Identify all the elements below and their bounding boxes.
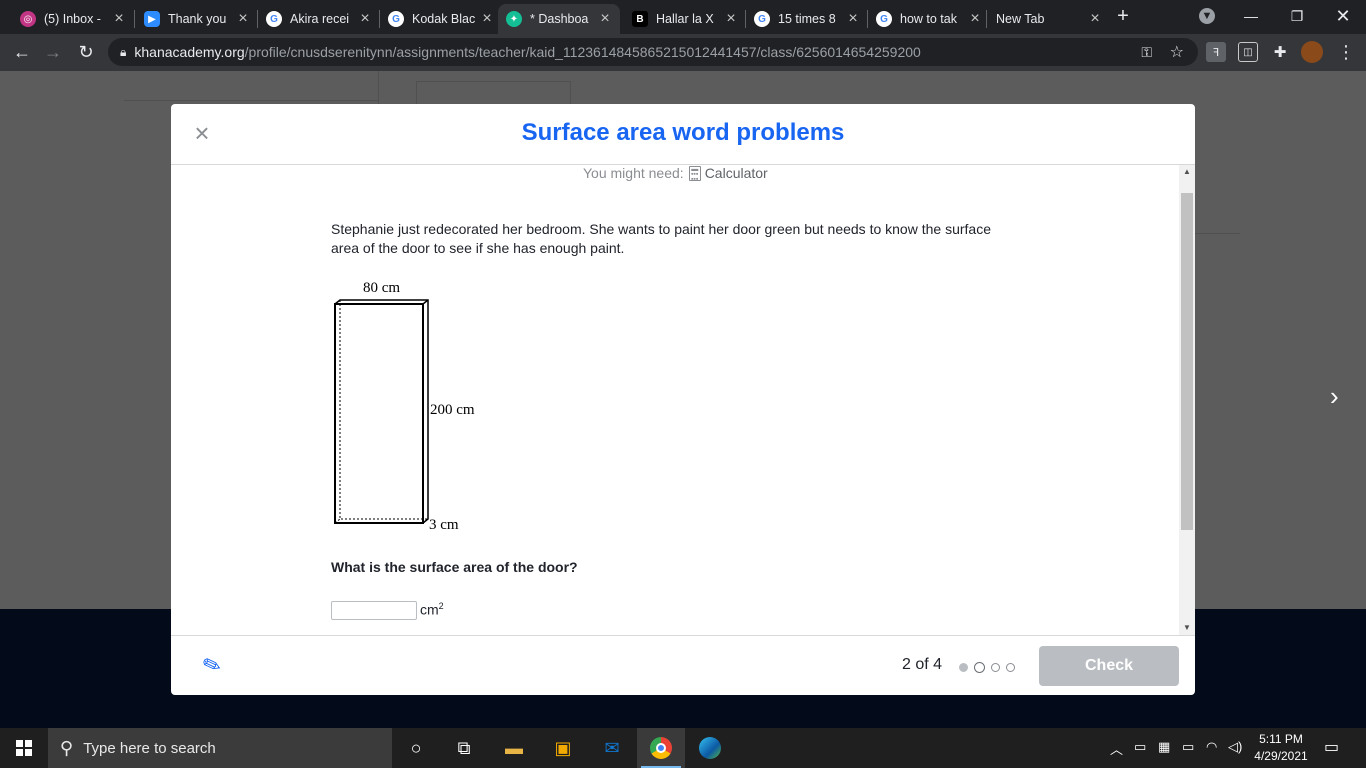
- modal-header: × Surface area word problems: [171, 104, 1195, 165]
- unit-label: cm2: [420, 601, 444, 618]
- tray-chevron-icon[interactable]: ︿: [1110, 739, 1123, 758]
- meet-icon[interactable]: ▭: [1134, 739, 1146, 755]
- search-icon: ⚲: [60, 737, 74, 758]
- progress-dot: [991, 663, 1000, 672]
- url-text: khanacademy.org/profile/cnusdserenitynn/…: [134, 44, 921, 60]
- height-label: 200 cm: [430, 402, 475, 418]
- width-label: 80 cm: [363, 280, 400, 296]
- menu-kebab-icon[interactable]: ⋮: [1336, 42, 1356, 62]
- mail-icon[interactable]: ✉: [588, 728, 636, 768]
- extension-icon[interactable]: ◫: [1238, 42, 1258, 62]
- reload-button[interactable]: ↻: [73, 39, 99, 65]
- progress-dot: [959, 663, 968, 672]
- wifi-icon[interactable]: ◠: [1206, 739, 1217, 755]
- depth-label: 3 cm: [429, 517, 459, 533]
- calculator-icon: ▬ ▪▪▪ ▪▪▪: [688, 165, 701, 183]
- action-center-icon[interactable]: ▭: [1324, 737, 1339, 757]
- close-tab-icon[interactable]: ×: [1088, 11, 1102, 27]
- google-icon: G: [876, 11, 892, 27]
- door-figure: 80 cm 200 cm 3 cm: [334, 280, 475, 533]
- store-icon[interactable]: ▣: [539, 728, 587, 768]
- browser-toolbar: ← → ↻ 🔒︎ khanacademy.org/profile/cnusdse…: [0, 34, 1366, 71]
- exercise-content: You might need: ▬ ▪▪▪ ▪▪▪ Calculator Steph…: [171, 165, 1195, 635]
- address-bar[interactable]: 🔒︎ khanacademy.org/profile/cnusdserenity…: [108, 38, 1198, 66]
- scrollbar[interactable]: ▲ ▼: [1179, 165, 1195, 635]
- answer-input[interactable]: [331, 601, 417, 620]
- cortana-icon[interactable]: ○: [392, 728, 440, 768]
- new-tab-button[interactable]: +: [1106, 0, 1140, 32]
- question-text: What is the surface area of the door?: [331, 559, 578, 575]
- check-button[interactable]: Check: [1039, 646, 1179, 686]
- zoom-icon: ▶: [144, 11, 160, 27]
- browser-tab[interactable]: B Hallar la X ×: [624, 4, 746, 34]
- browser-tab-active[interactable]: ✦ * Dashboa ×: [498, 4, 620, 34]
- browser-tab[interactable]: G Akira recei ×: [258, 4, 380, 34]
- browser-tab[interactable]: G 15 times 8 ×: [746, 4, 868, 34]
- modal-title: Surface area word problems: [521, 119, 845, 146]
- progress-text: 2 of 4: [902, 656, 943, 673]
- back-button[interactable]: ←: [9, 39, 35, 65]
- volume-icon[interactable]: ◁): [1228, 739, 1242, 755]
- forward-button[interactable]: →: [40, 39, 66, 65]
- chrome-icon[interactable]: [637, 728, 685, 768]
- browser-tab[interactable]: Ghow to tak ×: [868, 4, 990, 34]
- taskbar-search[interactable]: ⚲ Type here to search: [48, 728, 392, 768]
- brainly-icon: B: [632, 11, 648, 27]
- close-tab-icon[interactable]: ×: [846, 11, 860, 27]
- close-tab-icon[interactable]: ×: [358, 11, 372, 27]
- close-tab-icon[interactable]: ×: [598, 11, 612, 27]
- bookmark-star-icon[interactable]: ☆: [1170, 42, 1184, 62]
- close-window-button[interactable]: ✕: [1320, 0, 1366, 32]
- browser-tab[interactable]: ◎ (5) Inbox - ×: [12, 4, 134, 34]
- progress-dot-current: [974, 662, 985, 673]
- edge-icon[interactable]: [686, 728, 734, 768]
- close-tab-icon[interactable]: ×: [112, 11, 126, 27]
- browser-tab[interactable]: G Kodak Blac ×: [380, 4, 502, 34]
- modal-footer: ✎ 2 of 4 Check: [171, 635, 1195, 695]
- progress-dot: [1006, 663, 1015, 672]
- khan-academy-icon: ✦: [506, 11, 522, 27]
- google-icon: G: [754, 11, 770, 27]
- clock[interactable]: 5:11 PM 4/29/2021: [1244, 731, 1318, 765]
- progress-dots: [959, 662, 1015, 673]
- scratchpad-icon[interactable]: ✎: [199, 647, 235, 683]
- next-arrow-icon[interactable]: ›: [1330, 381, 1339, 412]
- problem-text: Stephanie just redecorated her bedroom. …: [331, 221, 991, 256]
- windows-start-icon[interactable]: [0, 728, 48, 768]
- google-icon: G: [388, 11, 404, 27]
- extension-icon[interactable]: ꟻ: [1206, 42, 1226, 62]
- scroll-thumb[interactable]: [1181, 193, 1193, 530]
- key-icon[interactable]: ⚿: [1141, 44, 1152, 61]
- instagram-icon: ◎: [20, 11, 36, 27]
- file-explorer-icon[interactable]: ▬: [490, 728, 538, 768]
- scroll-up-icon[interactable]: ▲: [1179, 165, 1195, 179]
- scroll-down-icon[interactable]: ▼: [1179, 621, 1195, 635]
- task-view-icon[interactable]: ⧉: [440, 728, 488, 768]
- lock-icon: 🔒︎: [120, 44, 127, 59]
- notification-app-icon[interactable]: ▦: [1158, 739, 1170, 755]
- calculator-link[interactable]: Calculator: [705, 165, 768, 181]
- exercise-modal: × Surface area word problems You might n…: [171, 104, 1195, 695]
- google-icon: G: [266, 11, 282, 27]
- tab-search-button[interactable]: ▼: [1184, 0, 1230, 32]
- browser-tab[interactable]: ▶ Thank you ×: [136, 4, 258, 34]
- battery-icon[interactable]: ▭: [1182, 739, 1194, 755]
- taskbar: ⚲ Type here to search ○ ⧉ ▬ ▣ ✉ ︿ ▭ ▦ ▭ …: [0, 728, 1366, 768]
- restore-button[interactable]: ❐: [1274, 0, 1320, 32]
- close-tab-icon[interactable]: ×: [236, 11, 250, 27]
- minimize-button[interactable]: —: [1228, 0, 1274, 32]
- tab-strip: ◎ (5) Inbox - × ▶ Thank you × G Akira recei × …: [0, 0, 1366, 34]
- browser-tab[interactable]: New Tab ×: [988, 4, 1110, 34]
- extensions-puzzle-icon[interactable]: ✚: [1270, 42, 1290, 62]
- close-tab-icon[interactable]: ×: [968, 11, 982, 27]
- close-tab-icon[interactable]: ×: [480, 11, 494, 27]
- tools-hint: You might need: ▬ ▪▪▪ ▪▪▪ Calculator: [583, 165, 768, 183]
- profile-avatar[interactable]: [1301, 41, 1323, 63]
- close-tab-icon[interactable]: ×: [724, 11, 738, 27]
